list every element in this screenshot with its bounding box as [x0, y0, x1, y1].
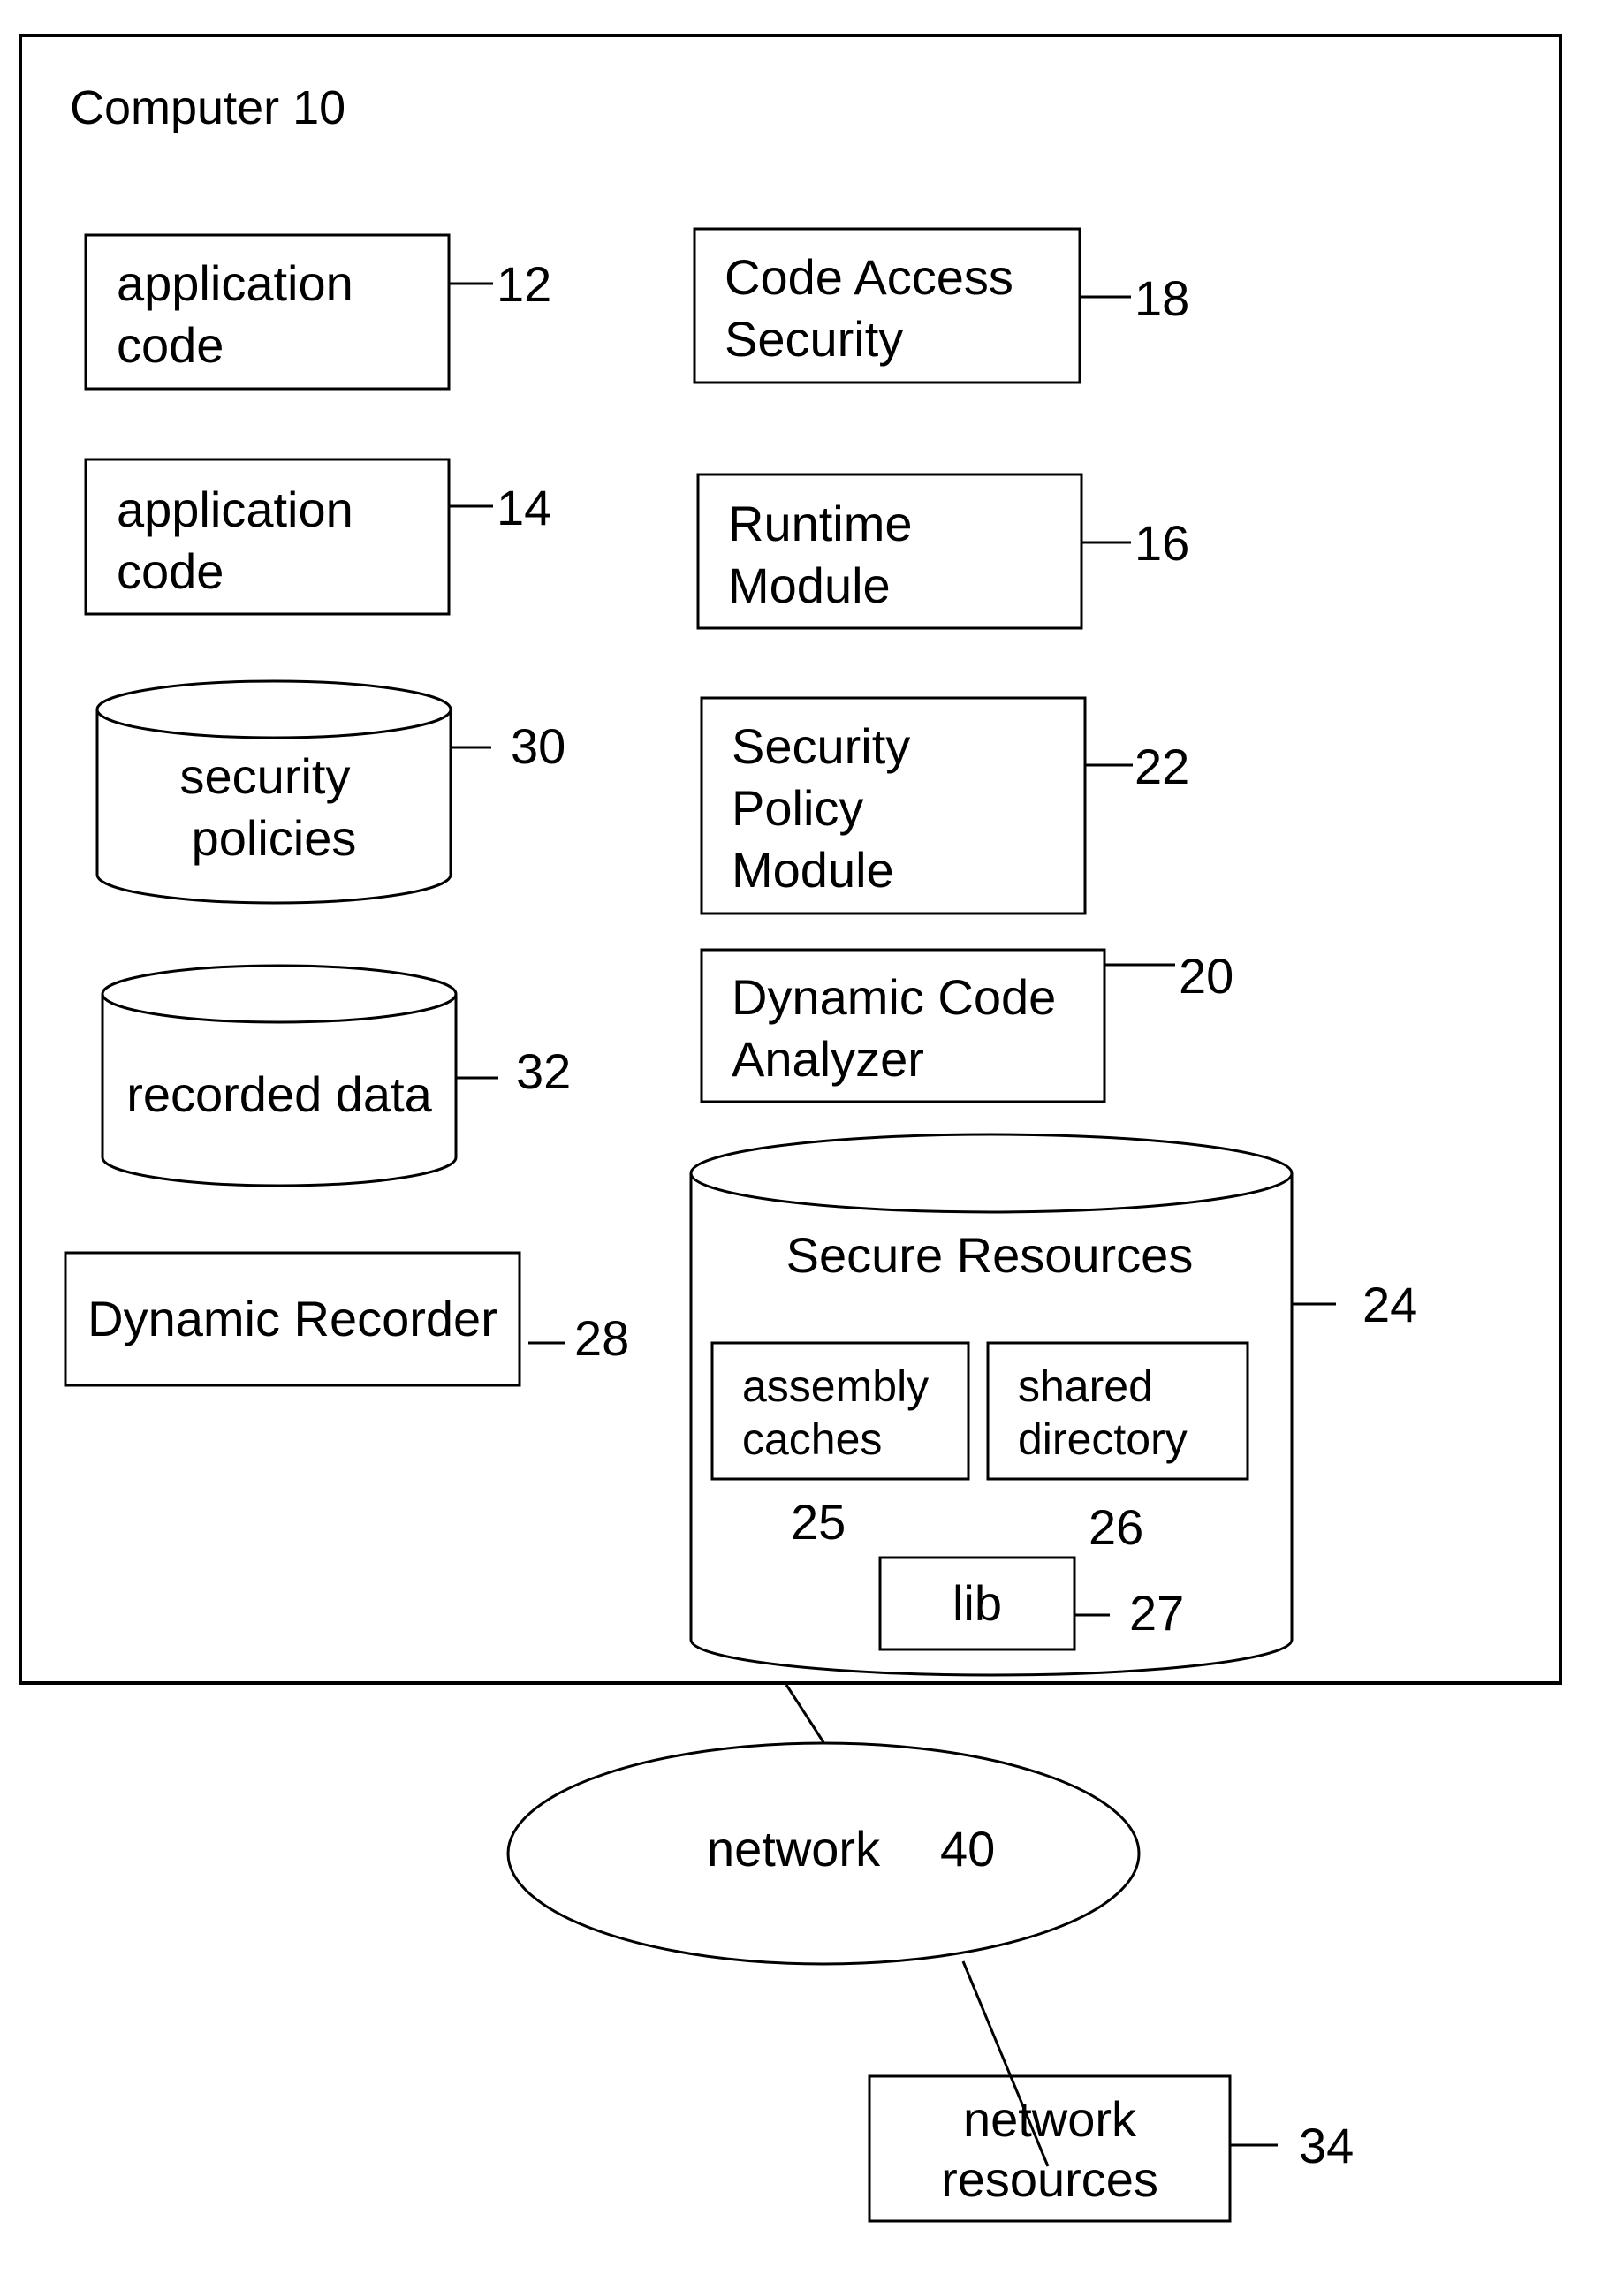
computer-label: Computer 10: [70, 81, 345, 134]
ref-18: 18: [1135, 270, 1189, 326]
security-policy-module-line3: Module: [732, 842, 894, 898]
application-code-12-box: application code: [84, 233, 451, 391]
ref-34: 34: [1299, 2118, 1354, 2173]
recorded-data-top: [101, 964, 458, 1024]
security-policies-top: [95, 679, 452, 739]
network-resources-box: network resources: [868, 2074, 1232, 2223]
runtime-module-line2: Module: [728, 557, 891, 613]
ref-12: 12: [497, 256, 551, 312]
security-policy-module-line1: Security: [732, 718, 910, 774]
shared-directory-line1: shared: [1018, 1361, 1153, 1411]
secure-resources-cylinder: Secure Resources assembly caches 25 shar…: [689, 1133, 1294, 1677]
code-access-security-line2: Security: [725, 311, 903, 367]
application-code-14-box: application code: [84, 458, 451, 616]
code-access-security-line1: Code Access: [725, 249, 1013, 305]
ref-27: 27: [1129, 1585, 1184, 1641]
ref-20: 20: [1179, 948, 1233, 1004]
secure-resources-top: [689, 1133, 1294, 1214]
network-label: network: [707, 1821, 881, 1877]
patent-diagram: Computer 10 application code 12 applicat…: [19, 34, 1562, 2223]
lib-box: lib: [878, 1556, 1076, 1651]
lib-label: lib: [952, 1575, 1002, 1631]
ref-28: 28: [574, 1310, 629, 1366]
assembly-caches-line2: caches: [742, 1414, 882, 1464]
ref-25: 25: [791, 1494, 846, 1550]
dynamic-code-analyzer-line1: Dynamic Code: [732, 969, 1056, 1025]
dynamic-code-analyzer-line2: Analyzer: [732, 1031, 924, 1087]
ref-30: 30: [511, 718, 565, 774]
code-access-security-box: Code Access Security: [693, 227, 1081, 384]
ref-14: 14: [497, 480, 551, 535]
security-policies-line2: policies: [192, 810, 357, 866]
ref-26: 26: [1089, 1499, 1143, 1555]
ref-40: 40: [940, 1821, 995, 1877]
secure-resources-title: Secure Resources: [786, 1227, 1194, 1283]
application-code-14-line2: code: [117, 543, 224, 599]
dynamic-code-analyzer-box: Dynamic Code Analyzer: [700, 948, 1106, 1103]
network-resources-line2: resources: [941, 2151, 1158, 2207]
dynamic-recorder-box: Dynamic Recorder: [64, 1251, 521, 1387]
application-code-12-line1: application: [117, 255, 353, 311]
ref-24: 24: [1362, 1277, 1417, 1332]
connector-computer-network: [785, 1684, 825, 1743]
ref-22: 22: [1135, 739, 1189, 794]
security-policies-line1: security: [180, 748, 351, 804]
recorded-data-cylinder: recorded data: [101, 964, 458, 1187]
shared-directory-box: shared directory: [986, 1341, 1249, 1481]
security-policy-module-box: Security Policy Module: [700, 696, 1087, 915]
network-resources-line1: network: [963, 2091, 1137, 2147]
security-policy-module-line2: Policy: [732, 780, 863, 836]
assembly-caches-box: assembly caches: [710, 1341, 970, 1481]
shared-directory-line2: directory: [1018, 1414, 1188, 1464]
assembly-caches-line1: assembly: [742, 1361, 929, 1411]
dynamic-recorder-label: Dynamic Recorder: [87, 1291, 497, 1346]
security-policies-cylinder: security policies: [95, 679, 452, 905]
ref-16: 16: [1135, 515, 1189, 571]
runtime-module-line1: Runtime: [728, 496, 913, 551]
network-node: network 40: [506, 1741, 1141, 1966]
recorded-data-label: recorded data: [126, 1066, 432, 1122]
runtime-module-box: Runtime Module: [696, 473, 1083, 630]
ref-32: 32: [516, 1043, 571, 1099]
application-code-14-line1: application: [117, 482, 353, 537]
application-code-12-line2: code: [117, 317, 224, 373]
